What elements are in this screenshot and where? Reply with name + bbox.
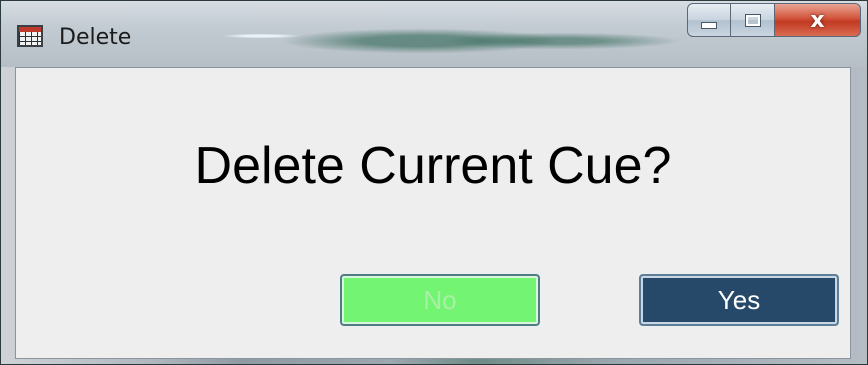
- minimize-button[interactable]: [687, 3, 731, 37]
- maximize-icon: [744, 13, 761, 27]
- close-button[interactable]: x: [775, 3, 861, 37]
- no-button-label: No: [423, 284, 457, 315]
- dialog-body: Delete Current Cue? No Yes: [15, 67, 851, 359]
- minimize-icon: [701, 21, 717, 29]
- confirm-message: Delete Current Cue?: [194, 137, 672, 195]
- delete-dialog-window: Delete x Delete Current Cue? No Yes: [0, 0, 868, 365]
- yes-button[interactable]: Yes: [639, 274, 839, 326]
- window-controls: x: [687, 3, 861, 39]
- close-icon: x: [810, 7, 825, 33]
- grid-table-icon: [17, 25, 43, 47]
- yes-button-label: Yes: [717, 284, 761, 315]
- no-button[interactable]: No: [340, 274, 540, 326]
- maximize-button[interactable]: [731, 3, 775, 37]
- window-title: Delete: [59, 25, 132, 50]
- title-bar[interactable]: Delete x: [1, 1, 867, 67]
